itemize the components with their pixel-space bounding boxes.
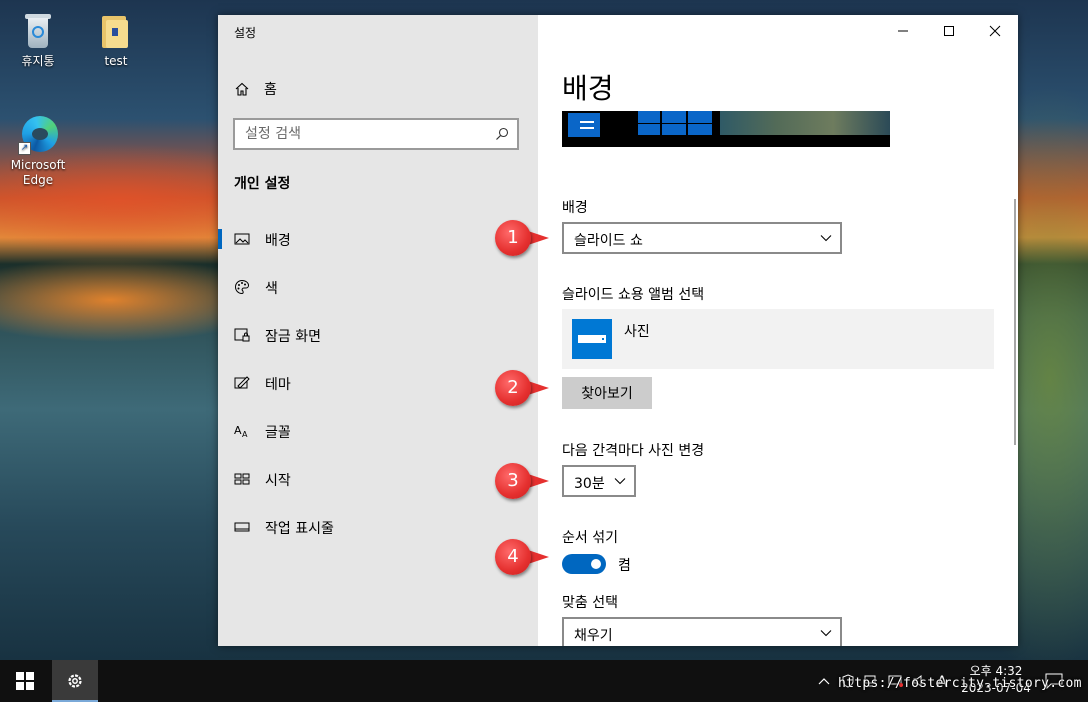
minimize-icon [898,30,908,32]
desktop-icon-edge[interactable]: ↗ Microsoft Edge [8,114,68,188]
sidebar-item-label: 시작 [265,473,291,489]
shuffle-state: 켬 [618,558,631,574]
interval-dropdown-value: 30분 [574,476,605,492]
start-icon [234,473,250,485]
interval-label: 다음 간격마다 사진 변경 [562,443,705,459]
background-dropdown[interactable]: 슬라이드 쇼 [562,222,842,254]
desktop-icon-label-line2: Edge [22,173,54,187]
sidebar-item-label: 글꼴 [265,425,291,441]
sidebar-item-label: 배경 [265,233,291,249]
nav-home[interactable]: 홈 [234,79,277,99]
album-folder-icon [572,319,612,359]
minimize-button[interactable] [880,15,926,47]
callout-3: 3 [495,463,551,499]
svg-text:A: A [242,430,248,439]
sidebar-item-color[interactable]: 색 [218,267,538,307]
chevron-up-icon [818,678,830,685]
picture-icon [234,233,250,245]
window-title: 설정 [234,26,257,40]
start-button[interactable] [0,660,48,702]
chevron-down-icon [820,235,832,242]
sidebar-item-label: 테마 [265,377,291,393]
sidebar-item-label: 잠금 화면 [265,329,321,345]
sidebar-item-lock-screen[interactable]: 잠금 화면 [218,315,538,355]
settings-window: 설정 홈 개인 설정 배경 [218,15,1018,646]
search-icon[interactable] [495,127,509,141]
nav-home-label: 홈 [264,82,277,98]
sidebar-section-title: 개인 설정 [234,176,291,192]
svg-text:A: A [234,424,242,437]
folder-icon [96,10,136,50]
desktop-icon-label: 휴지통 [21,54,55,68]
browse-button[interactable]: 찾아보기 [562,377,652,409]
font-icon: A A [234,424,248,439]
windows-logo-icon [16,672,34,690]
settings-sidebar: 설정 홈 개인 설정 배경 [218,15,538,646]
preview-photo [720,111,890,135]
desktop-icon-recycle-bin[interactable]: 휴지통 [8,10,68,69]
album-item[interactable]: 사진 [562,309,994,369]
interval-dropdown[interactable]: 30분 [562,465,636,497]
maximize-button[interactable] [926,15,972,47]
fit-dropdown[interactable]: 채우기 [562,617,842,646]
fit-label: 맞춤 선택 [562,595,618,611]
chevron-down-icon [614,478,626,485]
fit-dropdown-value: 채우기 [574,628,613,644]
content-scrollbar[interactable] [1014,199,1016,445]
shuffle-label: 순서 섞기 [562,530,618,546]
callout-4: 4 [495,539,551,575]
settings-content: 배경 배경 슬라이드 쇼 슬라이드 쇼용 앨범 선택 사진 찾아보기 다음 간격… [538,15,1018,646]
watermark-text: https://fostercity.tistory.com [838,676,1082,691]
sidebar-item-label: 작업 표시줄 [265,521,334,537]
taskbar-settings-app[interactable] [52,660,98,702]
palette-icon [235,279,250,295]
background-dropdown-value: 슬라이드 쇼 [574,233,643,249]
maximize-icon [944,26,954,36]
page-title: 배경 [562,72,614,105]
recycle-bin-icon [18,10,58,50]
close-icon [989,25,1001,37]
shortcut-arrow-icon: ↗ [18,142,31,155]
lock-screen-icon [234,328,250,342]
toggle-knob [591,559,601,569]
shuffle-toggle[interactable] [562,554,606,574]
preview-start-tile [568,113,600,137]
edge-icon: ↗ [18,114,58,155]
tray-chevron-up[interactable] [814,660,834,702]
desktop-icon-test-folder[interactable]: test [86,10,146,69]
desktop-icon-label: test [104,54,128,68]
home-icon [235,82,249,96]
preview-tiles [638,111,712,135]
settings-search-input[interactable] [235,120,485,148]
sidebar-item-label: 색 [265,281,278,297]
sidebar-item-theme[interactable]: 테마 [218,363,538,403]
album-label: 슬라이드 쇼용 앨범 선택 [562,287,705,303]
callout-1: 1 [495,220,551,256]
selected-indicator [218,229,222,249]
theme-icon [234,376,250,389]
background-label: 배경 [562,200,588,216]
taskbar-icon [234,522,250,532]
callout-2: 2 [495,370,551,406]
settings-search-box[interactable] [233,118,519,150]
sidebar-item-background[interactable]: 배경 [218,219,538,259]
desktop-icon-label-line1: Microsoft [10,158,66,172]
sidebar-item-taskbar[interactable]: 작업 표시줄 [218,507,538,547]
album-name: 사진 [624,324,650,340]
gear-icon [68,674,82,688]
close-button[interactable] [972,15,1018,47]
background-preview [562,111,890,147]
sidebar-item-fonts[interactable]: A A 글꼴 [218,411,538,451]
sidebar-item-start[interactable]: 시작 [218,459,538,499]
chevron-down-icon [820,630,832,637]
